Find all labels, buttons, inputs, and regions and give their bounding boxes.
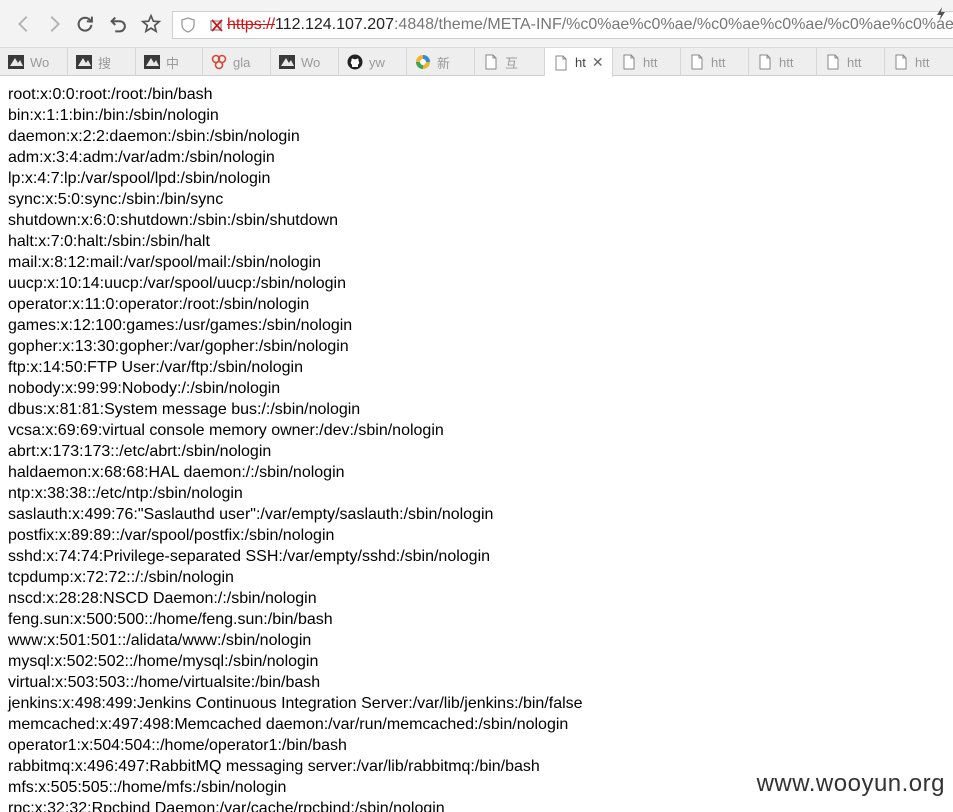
passwd-line: lp:x:4:7:lp:/var/spool/lpd:/sbin/nologin — [8, 170, 271, 187]
passwd-line: daemon:x:2:2:daemon:/sbin:/sbin/nologin — [8, 128, 300, 145]
passwd-line: nscd:x:28:28:NSCD Daemon:/:/sbin/nologin — [8, 590, 317, 607]
passwd-line: tcpdump:x:72:72::/:/sbin/nologin — [8, 569, 234, 586]
passwd-line: vcsa:x:69:69:virtual console memory owne… — [8, 422, 444, 439]
passwd-line: sshd:x:74:74:Privilege-separated SSH:/va… — [8, 548, 491, 565]
passwd-line: rpc:x:32:32:Rpcbind Daemon:/var/cache/rp… — [8, 800, 445, 812]
github-icon — [347, 54, 363, 70]
reload-icon — [77, 16, 93, 32]
page-icon — [893, 54, 909, 70]
passwd-line: memcached:x:497:498:Memcached daemon:/va… — [8, 716, 569, 733]
undo-close-tab-button[interactable] — [106, 12, 130, 36]
tab[interactable]: htt — [885, 48, 953, 76]
tab[interactable]: 搜 — [68, 48, 136, 76]
passwd-line: haldaemon:x:68:68:HAL daemon:/:/sbin/nol… — [8, 464, 345, 481]
tab-label: yw — [369, 54, 385, 70]
reload-button[interactable] — [73, 12, 97, 36]
star-icon — [140, 13, 162, 34]
tab-label: Wo — [30, 54, 50, 70]
app-icon — [8, 54, 24, 70]
insecure-lock-icon — [210, 19, 223, 32]
gitlab-icon — [211, 54, 227, 70]
address-bar[interactable]: https://112.124.107.207:4848/theme/META-… — [172, 11, 953, 39]
tab-label: htt — [779, 54, 794, 70]
forward-button[interactable] — [42, 12, 66, 36]
url-text: https://112.124.107.207:4848/theme/META-… — [227, 16, 953, 34]
tab[interactable]: yw — [339, 48, 407, 76]
app-icon — [144, 54, 160, 70]
passwd-line: shutdown:x:6:0:shutdown:/sbin:/sbin/shut… — [8, 212, 338, 229]
tab-label: gla — [233, 54, 251, 70]
page-icon — [825, 54, 841, 70]
passwd-line: postfix:x:89:89::/var/spool/postfix:/sbi… — [8, 527, 335, 544]
close-icon[interactable]: ✕ — [592, 54, 604, 71]
tab-label: htt — [915, 54, 930, 70]
tab-label: ht — [575, 55, 586, 70]
tab-strip: Wo 搜 中 gla Wo yw 新 互 ht ✕ htt htt htt ht… — [0, 48, 953, 77]
undo-icon — [110, 16, 126, 33]
tab-label: htt — [847, 54, 862, 70]
passwd-line: sync:x:5:0:sync:/sbin:/bin/sync — [8, 191, 224, 208]
back-button[interactable] — [12, 12, 36, 36]
tab-active[interactable]: ht ✕ — [545, 48, 613, 77]
bookmark-button[interactable] — [139, 12, 163, 36]
passwd-line: jenkins:x:498:499:Jenkins Continuous Int… — [8, 695, 583, 712]
url-path: :4848/theme/META-INF/%c0%ae%c0%ae/%c0%ae… — [393, 16, 953, 33]
page-icon — [483, 54, 499, 70]
tab[interactable]: htt — [681, 48, 749, 76]
tab[interactable]: 互 — [475, 48, 545, 76]
page-icon — [689, 54, 705, 70]
passwd-line: bin:x:1:1:bin:/bin:/sbin/nologin — [8, 107, 219, 124]
tab[interactable]: gla — [203, 48, 271, 76]
app-icon — [279, 54, 295, 70]
tab[interactable]: Wo — [271, 48, 339, 76]
tab[interactable]: htt — [613, 48, 681, 76]
passwd-line: abrt:x:173:173::/etc/abrt:/sbin/nologin — [8, 443, 272, 460]
passwd-line: ftp:x:14:50:FTP User:/var/ftp:/sbin/nolo… — [8, 359, 303, 376]
tab[interactable]: htt — [749, 48, 817, 76]
forward-arrow-icon — [50, 15, 61, 33]
tab[interactable]: 新 — [407, 48, 475, 76]
shield-icon — [181, 17, 195, 33]
passwd-line: dbus:x:81:81:System message bus:/:/sbin/… — [8, 401, 361, 418]
tab-label: 互 — [505, 55, 519, 71]
tab-label: 新 — [437, 55, 451, 71]
lightning-icon[interactable] — [935, 6, 947, 22]
page-icon — [621, 54, 637, 70]
url-scheme: https:// — [227, 16, 276, 33]
page-icon — [553, 55, 569, 71]
tab[interactable]: htt — [817, 48, 885, 76]
passwd-line: ntp:x:38:38::/etc/ntp:/sbin/nologin — [8, 485, 243, 502]
passwd-line: gopher:x:13:30:gopher:/var/gopher:/sbin/… — [8, 338, 349, 355]
passwd-line: www:x:501:501::/alidata/www:/sbin/nologi… — [8, 632, 312, 649]
tab-label: htt — [643, 54, 658, 70]
browser-icon — [415, 54, 431, 70]
passwd-line: mail:x:8:12:mail:/var/spool/mail:/sbin/n… — [8, 254, 322, 271]
page-icon — [757, 54, 773, 70]
tab[interactable]: 中 — [136, 48, 203, 76]
tab-label: htt — [711, 54, 726, 70]
tab[interactable]: Wo — [0, 48, 68, 76]
browser-toolbar: https://112.124.107.207:4848/theme/META-… — [0, 0, 953, 48]
page-content: root:x:0:0:root:/root:/bin/bash bin:x:1:… — [8, 84, 948, 812]
watermark: www.wooyun.org — [756, 770, 945, 797]
passwd-line: mysql:x:502:502::/home/mysql:/sbin/nolog… — [8, 653, 319, 670]
passwd-line: adm:x:3:4:adm:/var/adm:/sbin/nologin — [8, 149, 275, 166]
tab-label: 中 — [166, 55, 180, 71]
passwd-line: operator:x:11:0:operator:/root:/sbin/nol… — [8, 296, 310, 313]
tab-label: 搜 — [98, 55, 112, 71]
passwd-line: virtual:x:503:503::/home/virtualsite:/bi… — [8, 674, 321, 691]
passwd-line: nobody:x:99:99:Nobody:/:/sbin/nologin — [8, 380, 281, 397]
passwd-line: saslauth:x:499:76:"Saslauthd user":/var/… — [8, 506, 494, 523]
passwd-line: feng.sun:x:500:500::/home/feng.sun:/bin/… — [8, 611, 333, 628]
passwd-line: uucp:x:10:14:uucp:/var/spool/uucp:/sbin/… — [8, 275, 347, 292]
passwd-line: operator1:x:504:504::/home/operator1:/bi… — [8, 737, 347, 754]
passwd-line: games:x:12:100:games:/usr/games:/sbin/no… — [8, 317, 353, 334]
tab-label: Wo — [301, 54, 321, 70]
passwd-line: root:x:0:0:root:/root:/bin/bash — [8, 86, 213, 103]
back-arrow-icon — [17, 15, 28, 33]
app-icon — [76, 54, 92, 70]
passwd-line: halt:x:7:0:halt:/sbin:/sbin/halt — [8, 233, 210, 250]
url-host: 112.124.107.207 — [275, 16, 394, 33]
